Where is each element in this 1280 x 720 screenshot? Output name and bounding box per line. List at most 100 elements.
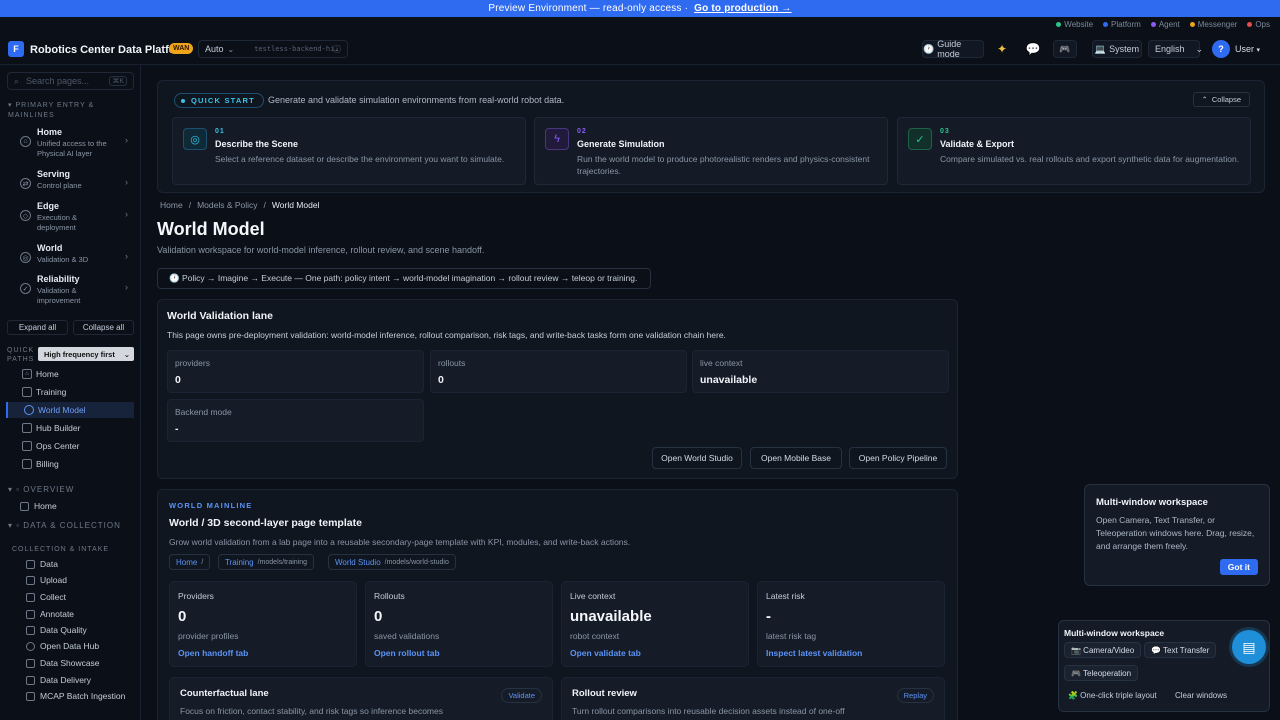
nav-data-quality[interactable]: Data Quality xyxy=(26,625,87,635)
kpi-action-link[interactable]: Open validate tab xyxy=(570,648,641,658)
stat-value: - xyxy=(175,423,179,435)
guide-mode-button[interactable]: 🕐 Guide mode xyxy=(922,39,984,59)
nav-annotate[interactable]: Annotate xyxy=(26,609,74,619)
nav-data-delivery[interactable]: Data Delivery xyxy=(26,675,91,685)
expand-all-button[interactable]: Expand all xyxy=(7,320,68,335)
chip-home[interactable]: Home / xyxy=(169,554,211,570)
chevron-down-icon: ▾ xyxy=(8,102,13,109)
quick-start-badge: QUICK START xyxy=(174,93,264,108)
kpi-sub: provider profiles xyxy=(178,631,239,641)
sidebar-item-world[interactable]: ◎ World Validation & 3D › xyxy=(20,243,132,269)
lane-title: Rollout review xyxy=(572,688,637,699)
open-policy-pipeline-button[interactable]: Open Policy Pipeline xyxy=(849,447,947,469)
kpi-card-live-context: Live context unavailable robot context O… xyxy=(561,581,749,667)
quick-item-hub-builder[interactable]: Hub Builder xyxy=(6,420,134,436)
page-title: World Model xyxy=(157,219,265,239)
kpi-action-link[interactable]: Open rollout tab xyxy=(374,648,440,658)
chevron-down-icon: ⌄ xyxy=(227,44,235,54)
quick-paths-select[interactable]: High frequency first ⌄ xyxy=(38,347,134,361)
nav-label: Annotate xyxy=(40,609,75,619)
quick-item-world-model[interactable]: World Model xyxy=(6,402,134,418)
chat-fab-icon[interactable]: ▤ xyxy=(1232,630,1266,664)
theme-system-button[interactable]: 💻 System xyxy=(1092,40,1142,58)
quick-paths-label: Quick paths xyxy=(7,347,35,363)
sidebar-item-edge[interactable]: ◇ Edge Execution & deployment › xyxy=(20,201,132,235)
nav-label: Open Data Hub xyxy=(40,641,100,651)
edge-icon: ◇ xyxy=(20,210,31,221)
nav-open-data-hub[interactable]: Open Data Hub xyxy=(26,641,99,651)
rollouts-stat: rollouts 0 xyxy=(430,350,687,393)
got-it-button[interactable]: Got it xyxy=(1219,559,1258,575)
text-transfer-button[interactable]: 💬 Text Transfer xyxy=(1144,642,1217,658)
data-collection-section[interactable]: ▾ ▫ Data & Collection xyxy=(8,521,121,530)
teleoperation-button[interactable]: 🎮 Teleoperation xyxy=(1064,665,1139,681)
kpi-action-link[interactable]: Open handoff tab xyxy=(178,648,248,658)
nav-mcap-batch[interactable]: MCAP Batch Ingestion xyxy=(26,691,125,701)
nav-data[interactable]: Data xyxy=(26,559,58,569)
triple-layout-link[interactable]: 🧩 One-click triple layout xyxy=(1068,691,1157,700)
nav-data-showcase[interactable]: Data Showcase xyxy=(26,658,100,668)
validate-button[interactable]: Validate xyxy=(501,688,542,703)
ext-link-messenger[interactable]: Messenger xyxy=(1189,20,1237,29)
info-icon[interactable]: ⓘ xyxy=(333,44,341,55)
globe-icon: ◎ xyxy=(20,252,31,263)
kpi-value: 0 xyxy=(374,608,383,625)
quick-item-ops-center[interactable]: Ops Center xyxy=(6,438,134,454)
avatar[interactable]: ? xyxy=(1212,40,1230,58)
ext-link-ops[interactable]: Ops xyxy=(1247,20,1270,29)
gamepad-icon[interactable]: 🎮 xyxy=(1053,40,1077,58)
lightning-icon: ϟ xyxy=(545,128,569,150)
ext-link-website[interactable]: Website xyxy=(1056,20,1093,29)
collapse-button[interactable]: ⌃ Collapse xyxy=(1192,92,1250,107)
user-label: User xyxy=(1235,44,1255,54)
chip-path: / xyxy=(201,558,204,566)
step-card-2[interactable]: ϟ 02 Generate Simulation Run the world m… xyxy=(534,117,888,185)
chip-world-studio[interactable]: World Studio/models/world-studio xyxy=(328,554,456,570)
step-card-3[interactable]: ✓ 03 Validate & Export Compare simulated… xyxy=(897,117,1251,185)
chip-training[interactable]: Training/models/training xyxy=(218,554,315,570)
nav-collect[interactable]: Collect xyxy=(26,592,66,602)
kpi-action-link[interactable]: Inspect latest validation xyxy=(766,648,862,658)
sidebar-item-reliability[interactable]: ✓ Reliability Validation & improvement › xyxy=(20,274,132,308)
go-to-production-link[interactable]: Go to production → xyxy=(694,3,791,14)
open-world-studio-button[interactable]: Open World Studio xyxy=(652,447,742,469)
language-select[interactable]: English ⌄ xyxy=(1148,40,1203,58)
chevron-right-icon: › xyxy=(125,177,128,187)
sidebar-item-sub: Execution & deployment xyxy=(37,213,78,232)
shield-icon: ✓ xyxy=(20,283,31,294)
check-icon: ✓ xyxy=(908,128,932,150)
open-mobile-base-button[interactable]: Open Mobile Base xyxy=(750,447,842,469)
replay-button[interactable]: Replay xyxy=(896,688,934,703)
backend-mode-select[interactable]: Auto ⌄ testless-backend-hi… ⓘ xyxy=(198,40,348,58)
sparkle-icon[interactable]: ✦ xyxy=(992,40,1012,58)
search-placeholder: Search pages... xyxy=(26,76,90,86)
kpi-label: Providers xyxy=(178,591,214,601)
wan-badge: WAN xyxy=(169,43,194,54)
sidebar-item-serving[interactable]: ⇄ Serving Control plane › xyxy=(20,169,132,195)
overview-item-home[interactable]: Home xyxy=(20,501,57,511)
nav-upload[interactable]: Upload xyxy=(26,575,67,585)
overview-section[interactable]: ▾ ▫ Overview xyxy=(8,485,74,494)
step-title: Generate Simulation xyxy=(577,139,665,149)
quality-icon xyxy=(26,625,35,635)
sidebar-item-title: Edge xyxy=(37,201,60,211)
breadcrumb-home[interactable]: Home xyxy=(160,200,183,210)
search-input[interactable]: ⌕ Search pages... ⌘K xyxy=(7,72,134,90)
quick-item-billing[interactable]: Billing xyxy=(6,456,134,472)
step-card-1[interactable]: ◎ 01 Describe the Scene Select a referen… xyxy=(172,117,526,185)
camera-video-button[interactable]: 📷 Camera/Video xyxy=(1064,642,1142,658)
collapse-all-button[interactable]: Collapse all xyxy=(73,320,134,335)
breadcrumb-models[interactable]: Models & Policy xyxy=(197,200,257,210)
counterfactual-lane-card: Counterfactual lane Focus on friction, c… xyxy=(169,677,553,720)
ext-link-agent[interactable]: Agent xyxy=(1150,20,1180,29)
clear-windows-link[interactable]: Clear windows xyxy=(1175,691,1227,700)
app-logo[interactable]: F xyxy=(8,41,24,57)
quick-item-training[interactable]: Training xyxy=(6,384,134,400)
user-menu[interactable]: User ▾ xyxy=(1235,44,1260,54)
step-desc: Run the world model to produce photoreal… xyxy=(577,154,870,176)
section-primary-entry[interactable]: ▾ Primary entry & mainlines xyxy=(8,101,108,121)
ext-link-platform[interactable]: Platform xyxy=(1103,20,1141,29)
sidebar-item-home[interactable]: ⌂ Home Unified access to the Physical AI… xyxy=(20,127,132,161)
chat-icon[interactable]: 💬 xyxy=(1023,40,1043,58)
quick-item-home[interactable]: ⌂ Home xyxy=(6,366,134,382)
